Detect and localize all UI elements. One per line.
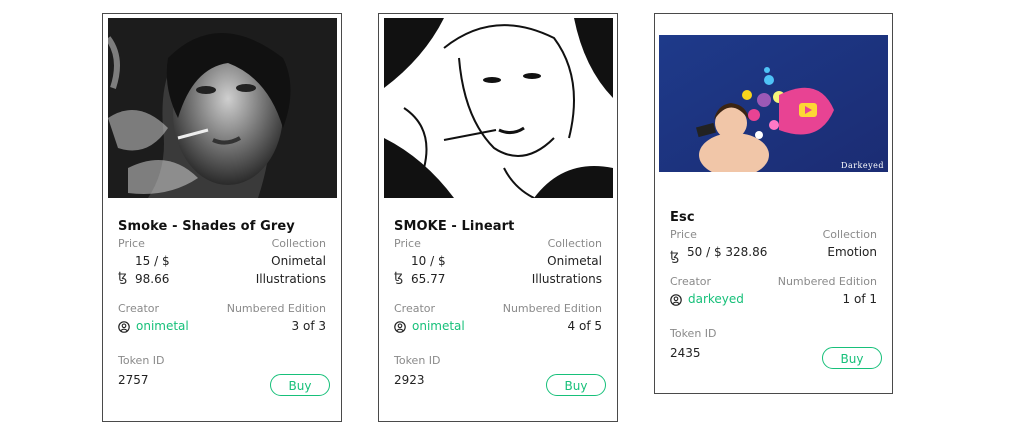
edition-value: 4 of 5 (567, 319, 602, 333)
buy-button[interactable]: Buy (822, 347, 882, 369)
user-icon (670, 294, 682, 306)
collection-value-line2[interactable]: Illustrations (256, 272, 326, 286)
collection-value[interactable]: Emotion (827, 245, 877, 259)
tezos-icon: ꜩ (670, 249, 680, 264)
tezos-icon: ꜩ (394, 270, 404, 285)
price-value: 10 / $ (411, 254, 446, 268)
card-title: SMOKE - Lineart (394, 219, 515, 234)
nft-card[interactable]: SMOKE - Lineart Price Collection 10 / $ … (378, 13, 618, 422)
edition-label: Numbered Edition (777, 275, 877, 288)
collection-label: Collection (271, 237, 326, 250)
artwork-image[interactable] (108, 18, 337, 198)
token-id-value: 2435 (670, 346, 701, 360)
buy-button[interactable]: Buy (546, 374, 606, 396)
token-id-value: 2757 (118, 373, 149, 387)
creator-label: Creator (118, 302, 160, 315)
token-id-value: 2923 (394, 373, 425, 387)
token-id-label: Token ID (670, 327, 717, 340)
nft-card[interactable]: Smoke - Shades of Grey Price Collection … (102, 13, 342, 422)
user-icon (394, 321, 406, 333)
price-value: 50 / $ 328.86 (687, 245, 768, 259)
price-value: 15 / $ (135, 254, 170, 268)
price-label: Price (670, 228, 697, 241)
card-title: Esc (670, 210, 695, 225)
price-label: Price (394, 237, 421, 250)
image-signature: Darkeyed (841, 161, 884, 170)
tezos-icon: ꜩ (118, 270, 128, 285)
creator-link[interactable]: onimetal (136, 319, 189, 333)
user-icon (118, 321, 130, 333)
edition-label: Numbered Edition (226, 302, 326, 315)
collection-label: Collection (822, 228, 877, 241)
creator-label: Creator (394, 302, 436, 315)
price-usd-value: 98.66 (135, 272, 170, 286)
collection-value-line2[interactable]: Illustrations (532, 272, 602, 286)
artwork-image[interactable]: Darkeyed (659, 35, 888, 172)
token-id-label: Token ID (118, 354, 165, 367)
collection-value[interactable]: Onimetal (271, 254, 326, 268)
creator-label: Creator (670, 275, 712, 288)
creator-link[interactable]: onimetal (412, 319, 465, 333)
artwork-image[interactable] (384, 18, 613, 198)
card-title: Smoke - Shades of Grey (118, 219, 295, 234)
price-label: Price (118, 237, 145, 250)
edition-label: Numbered Edition (502, 302, 602, 315)
price-usd-value: 65.77 (411, 272, 446, 286)
buy-button[interactable]: Buy (270, 374, 330, 396)
nft-card[interactable]: Darkeyed Esc Price Collection ꜩ 50 / $ 3… (654, 13, 893, 394)
collection-value[interactable]: Onimetal (547, 254, 602, 268)
creator-link[interactable]: darkeyed (688, 292, 744, 306)
edition-value: 1 of 1 (842, 292, 877, 306)
edition-value: 3 of 3 (291, 319, 326, 333)
collection-label: Collection (547, 237, 602, 250)
token-id-label: Token ID (394, 354, 441, 367)
